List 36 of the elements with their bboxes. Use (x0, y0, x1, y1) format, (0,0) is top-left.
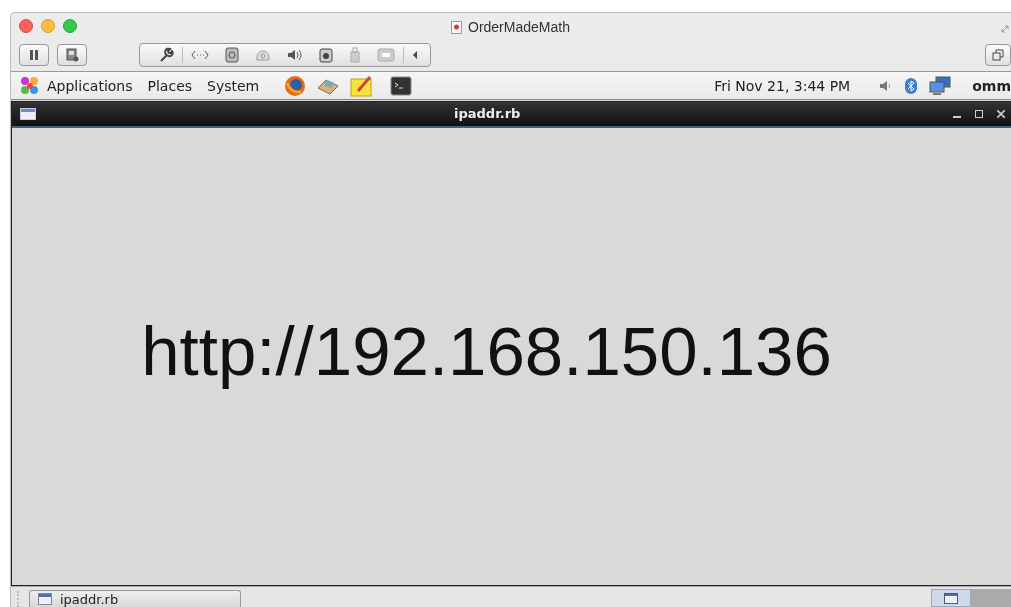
taskbar-button[interactable]: ipaddr.rb (29, 590, 241, 607)
resize-icon (1001, 25, 1009, 33)
fullscreen-button[interactable] (985, 44, 1011, 66)
firefox-icon[interactable] (284, 74, 307, 97)
maximize-icon[interactable] (975, 110, 983, 118)
window-icon (944, 592, 958, 604)
network-arrows-icon[interactable] (191, 49, 209, 61)
bluetooth-icon[interactable] (904, 76, 919, 95)
user-name[interactable]: omm (972, 77, 1011, 94)
camera-icon[interactable] (319, 47, 333, 63)
notepad-pencil-icon[interactable] (350, 74, 375, 97)
panel-menu[interactable]: Places (147, 77, 200, 94)
window-menu-icon[interactable] (20, 108, 36, 120)
windows-icon (992, 49, 1004, 61)
panel-menu[interactable]: System (207, 77, 267, 94)
window-icon (38, 593, 52, 605)
window-title: ipaddr.rb (454, 106, 521, 121)
window-title: OrderMadeMath (468, 19, 570, 35)
terminal-icon[interactable] (390, 75, 413, 96)
wrench-icon[interactable] (158, 47, 174, 63)
close-button[interactable] (19, 19, 33, 33)
pause-button[interactable] (19, 44, 49, 66)
clock[interactable]: Fri Nov 21, 3:44 PM (714, 77, 851, 94)
url-text: http://192.168.150.136 (141, 312, 832, 391)
snapshot-icon (65, 48, 79, 62)
collapse-arrow-icon[interactable] (412, 50, 418, 60)
zoom-button[interactable] (63, 19, 77, 33)
network-computers-icon[interactable] (928, 75, 953, 96)
workspace-button[interactable] (931, 589, 971, 607)
gnome-logo-icon[interactable] (19, 75, 41, 96)
document-icon (451, 20, 462, 34)
snapshot-button[interactable] (57, 44, 87, 66)
panel-menu[interactable]: Applications (47, 77, 140, 94)
pause-icon (28, 49, 40, 61)
close-icon[interactable] (997, 110, 1005, 118)
speaker-icon[interactable] (287, 48, 303, 62)
